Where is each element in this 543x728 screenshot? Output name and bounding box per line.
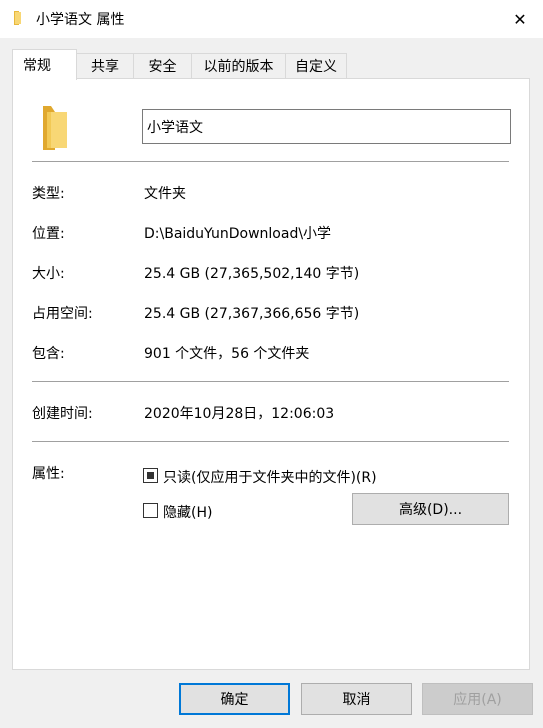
- tab-previous-versions[interactable]: 以前的版本: [191, 53, 286, 78]
- window-title: 小学语文 属性: [36, 12, 125, 28]
- contains-label: 包含:: [32, 346, 65, 362]
- tab-general[interactable]: 常规: [12, 49, 77, 80]
- tab-sharing[interactable]: 共享: [76, 53, 134, 78]
- folder-icon: [12, 10, 28, 26]
- apply-button[interactable]: 应用(A): [422, 683, 533, 715]
- cancel-button[interactable]: 取消: [301, 683, 412, 715]
- advanced-button[interactable]: 高级(D)...: [352, 493, 509, 525]
- readonly-label[interactable]: 只读(仅应用于文件夹中的文件)(R): [163, 467, 377, 487]
- title-bar: 小学语文 属性 ✕: [0, 0, 543, 38]
- size-value: 25.4 GB (27,365,502,140 字节): [144, 266, 360, 282]
- attributes-label: 属性:: [32, 466, 65, 482]
- folder-icon: [41, 104, 69, 152]
- tab-security[interactable]: 安全: [133, 53, 192, 78]
- ok-button[interactable]: 确定: [179, 683, 290, 715]
- created-label: 创建时间:: [32, 406, 93, 422]
- divider: [32, 441, 509, 442]
- size-on-disk-value: 25.4 GB (27,367,366,656 字节): [144, 306, 360, 322]
- type-value: 文件夹: [144, 186, 186, 202]
- hidden-label[interactable]: 隐藏(H): [163, 502, 212, 522]
- close-button[interactable]: ✕: [497, 0, 543, 38]
- close-icon: ✕: [513, 9, 527, 29]
- folder-name-field[interactable]: [142, 109, 511, 144]
- contains-value: 901 个文件，56 个文件夹: [144, 346, 310, 362]
- divider: [32, 381, 509, 382]
- location-value: D:\BaiduYunDownload\小学: [144, 226, 332, 242]
- readonly-checkbox[interactable]: [143, 468, 158, 483]
- size-on-disk-label: 占用空间:: [32, 306, 93, 322]
- general-panel: 类型: 文件夹 位置: D:\BaiduYunDownload\小学 大小: 2…: [12, 78, 530, 670]
- location-label: 位置:: [32, 226, 65, 242]
- created-value: 2020年10月28日，12:06:03: [144, 406, 335, 422]
- type-label: 类型:: [32, 186, 65, 202]
- size-label: 大小:: [32, 266, 65, 282]
- divider: [32, 161, 509, 162]
- hidden-checkbox[interactable]: [143, 503, 158, 518]
- tab-customize[interactable]: 自定义: [285, 53, 347, 78]
